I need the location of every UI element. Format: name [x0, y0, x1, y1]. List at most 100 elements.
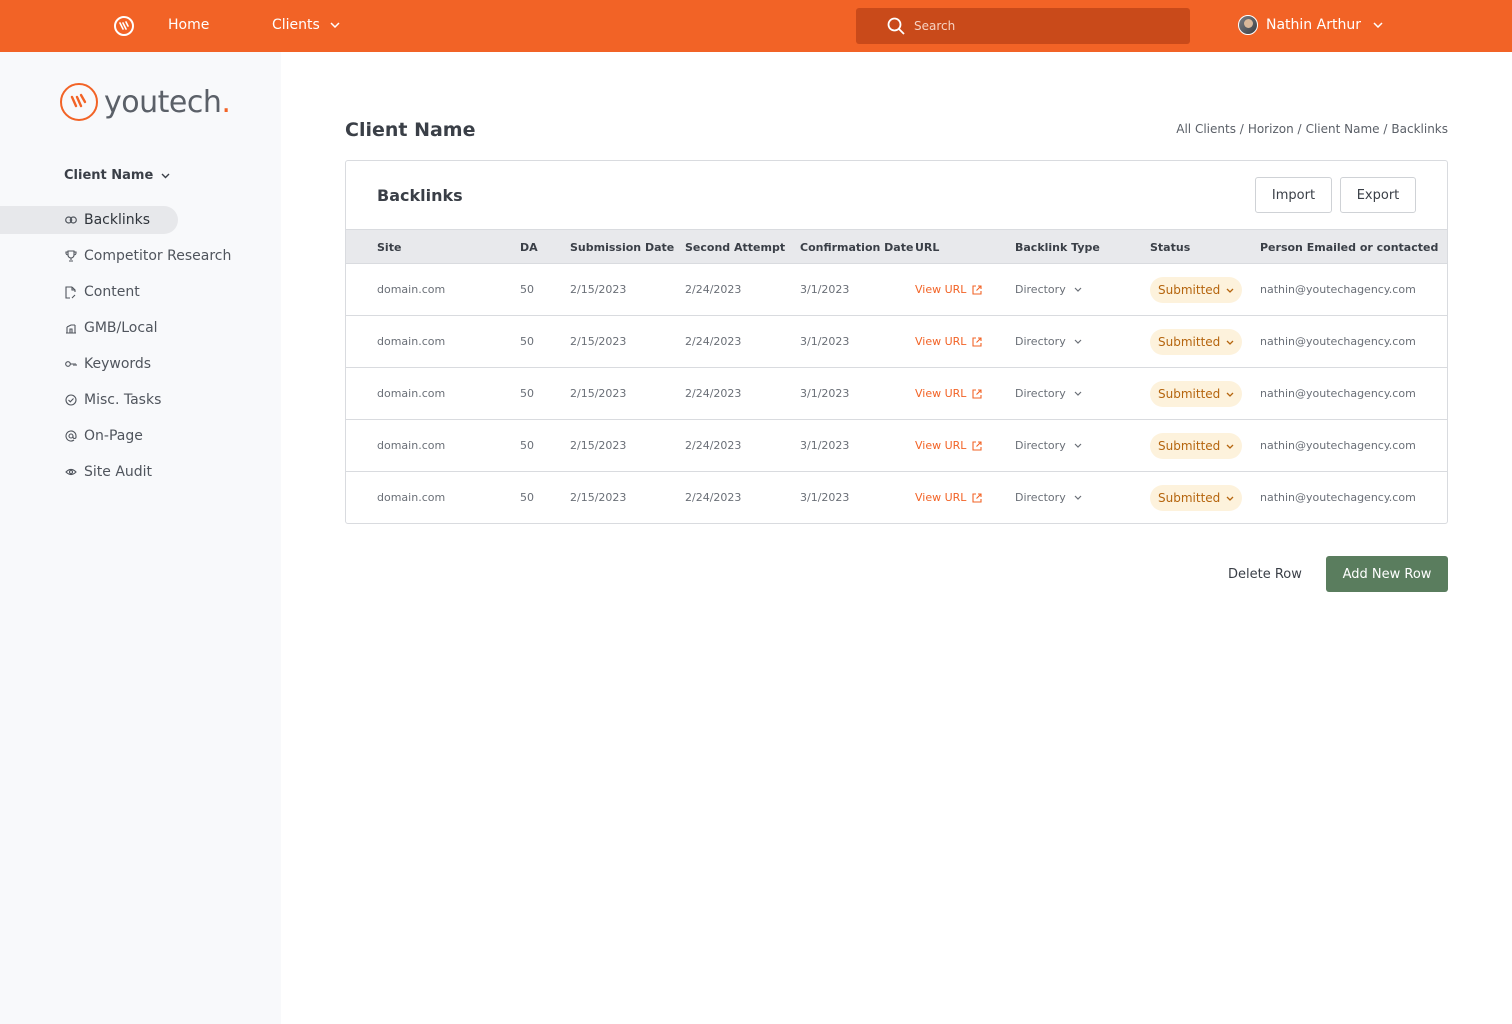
status-value: Submitted: [1158, 283, 1221, 297]
column-header-submission-date[interactable]: Submission Date: [570, 241, 674, 254]
youtech-mark-icon[interactable]: [114, 16, 134, 36]
column-header-site[interactable]: Site: [377, 241, 401, 254]
table-row[interactable]: domain.com 50 2/15/2023 2/24/2023 3/1/20…: [346, 316, 1447, 368]
view-url-link[interactable]: View URL: [915, 335, 982, 348]
table-row[interactable]: domain.com 50 2/15/2023 2/24/2023 3/1/20…: [346, 472, 1447, 523]
search-input[interactable]: [914, 19, 1154, 33]
column-header-status[interactable]: Status: [1150, 241, 1190, 254]
add-new-row-button[interactable]: Add New Row: [1326, 556, 1448, 592]
client-selector[interactable]: Client Name: [64, 168, 170, 183]
column-header-confirmation-date[interactable]: Confirmation Date: [800, 241, 913, 254]
cell-site: domain.com: [377, 387, 446, 400]
column-header-da[interactable]: DA: [520, 241, 538, 254]
status-badge-dropdown[interactable]: Submitted: [1150, 381, 1243, 407]
eye-icon: [64, 466, 77, 479]
status-badge-dropdown[interactable]: Submitted: [1150, 485, 1243, 511]
backlink-type-dropdown[interactable]: Directory: [1015, 283, 1082, 296]
view-url-link[interactable]: View URL: [915, 439, 982, 452]
youtech-logo-icon: [60, 83, 98, 121]
cell-confirmation-date: 3/1/2023: [800, 283, 850, 296]
sidebar-item-label: Competitor Research: [84, 248, 232, 264]
backlink-type-value: Directory: [1015, 283, 1066, 296]
trophy-icon: [64, 250, 77, 263]
view-url-link[interactable]: View URL: [915, 491, 982, 504]
backlink-type-dropdown[interactable]: Directory: [1015, 335, 1082, 348]
sidebar-item-label: Misc. Tasks: [84, 392, 162, 408]
sidebar-item-site-audit[interactable]: Site Audit: [0, 454, 281, 490]
sidebar: youtech. Client Name Backlinks Competito…: [0, 52, 281, 1024]
cell-site: domain.com: [377, 335, 446, 348]
chevron-down-icon: [1074, 287, 1082, 292]
sidebar-item-on-page[interactable]: On-Page: [0, 418, 281, 454]
external-link-icon: [972, 388, 982, 399]
delete-row-button[interactable]: Delete Row: [1214, 556, 1316, 592]
chevron-down-icon: [1226, 444, 1234, 449]
cell-submission-date: 2/15/2023: [570, 283, 627, 296]
brand-logo[interactable]: youtech.: [60, 83, 231, 121]
import-button[interactable]: Import: [1255, 177, 1332, 213]
sidebar-item-competitor-research[interactable]: Competitor Research: [0, 238, 281, 274]
cell-second-attempt: 2/24/2023: [685, 387, 742, 400]
check-circle-icon: [64, 394, 77, 407]
table-header: Site DA Submission Date Second Attempt C…: [346, 229, 1447, 264]
sidebar-item-content[interactable]: Content: [0, 274, 281, 310]
view-url-link[interactable]: View URL: [915, 387, 982, 400]
table-row[interactable]: domain.com 50 2/15/2023 2/24/2023 3/1/20…: [346, 368, 1447, 420]
column-header-backlink-type[interactable]: Backlink Type: [1015, 241, 1100, 254]
chevron-down-icon: [330, 22, 340, 28]
backlink-type-dropdown[interactable]: Directory: [1015, 439, 1082, 452]
status-value: Submitted: [1158, 387, 1221, 401]
status-badge-dropdown[interactable]: Submitted: [1150, 277, 1243, 303]
cell-confirmation-date: 3/1/2023: [800, 387, 850, 400]
key-icon: [64, 358, 77, 371]
user-name: Nathin Arthur: [1266, 17, 1361, 33]
chevron-down-icon: [1226, 288, 1234, 293]
sidebar-nav: Backlinks Competitor Research Content GM…: [0, 202, 281, 490]
store-icon: [64, 322, 77, 335]
view-url-label: View URL: [915, 387, 967, 400]
nav-clients-dropdown[interactable]: Clients: [272, 17, 340, 33]
status-value: Submitted: [1158, 491, 1221, 505]
external-link-icon: [972, 336, 982, 347]
sidebar-item-label: On-Page: [84, 428, 143, 444]
status-badge-dropdown[interactable]: Submitted: [1150, 329, 1243, 355]
column-header-url[interactable]: URL: [915, 241, 939, 254]
chevron-down-icon: [1226, 496, 1234, 501]
breadcrumb-all-clients[interactable]: All Clients /: [1176, 122, 1244, 136]
breadcrumb-horizon[interactable]: Horizon /: [1248, 122, 1302, 136]
backlink-type-value: Directory: [1015, 387, 1066, 400]
backlink-type-dropdown[interactable]: Directory: [1015, 387, 1082, 400]
sidebar-item-keywords[interactable]: Keywords: [0, 346, 281, 382]
cell-person-contacted: nathin@youtechagency.com: [1260, 491, 1416, 504]
cell-submission-date: 2/15/2023: [570, 335, 627, 348]
breadcrumb-backlinks: Backlinks: [1391, 122, 1448, 136]
chevron-down-icon: [1226, 392, 1234, 397]
cell-person-contacted: nathin@youtechagency.com: [1260, 387, 1416, 400]
cell-second-attempt: 2/24/2023: [685, 335, 742, 348]
sidebar-item-gmb-local[interactable]: GMB/Local: [0, 310, 281, 346]
table-row[interactable]: domain.com 50 2/15/2023 2/24/2023 3/1/20…: [346, 420, 1447, 472]
column-header-person-contacted[interactable]: Person Emailed or contacted: [1260, 241, 1438, 254]
backlink-type-dropdown[interactable]: Directory: [1015, 491, 1082, 504]
search-box[interactable]: [856, 8, 1190, 44]
cell-person-contacted: nathin@youtechagency.com: [1260, 439, 1416, 452]
card-title: Backlinks: [377, 186, 463, 205]
sidebar-item-backlinks[interactable]: Backlinks: [0, 206, 178, 234]
table-row[interactable]: domain.com 50 2/15/2023 2/24/2023 3/1/20…: [346, 264, 1447, 316]
cell-submission-date: 2/15/2023: [570, 439, 627, 452]
chevron-down-icon: [1074, 443, 1082, 448]
brand-name: youtech.: [104, 84, 231, 120]
column-header-second-attempt[interactable]: Second Attempt: [685, 241, 785, 254]
nav-home-link[interactable]: Home: [168, 17, 209, 33]
export-button[interactable]: Export: [1340, 177, 1416, 213]
sidebar-item-label: Keywords: [84, 356, 152, 372]
cell-da: 50: [520, 283, 534, 296]
view-url-link[interactable]: View URL: [915, 283, 982, 296]
search-icon: [887, 17, 905, 35]
breadcrumb-client-name[interactable]: Client Name /: [1306, 122, 1388, 136]
sidebar-item-misc-tasks[interactable]: Misc. Tasks: [0, 382, 281, 418]
status-badge-dropdown[interactable]: Submitted: [1150, 433, 1243, 459]
user-menu[interactable]: Nathin Arthur: [1238, 15, 1383, 35]
breadcrumb: All Clients / Horizon / Client Name / Ba…: [1176, 122, 1448, 136]
cell-person-contacted: nathin@youtechagency.com: [1260, 335, 1416, 348]
